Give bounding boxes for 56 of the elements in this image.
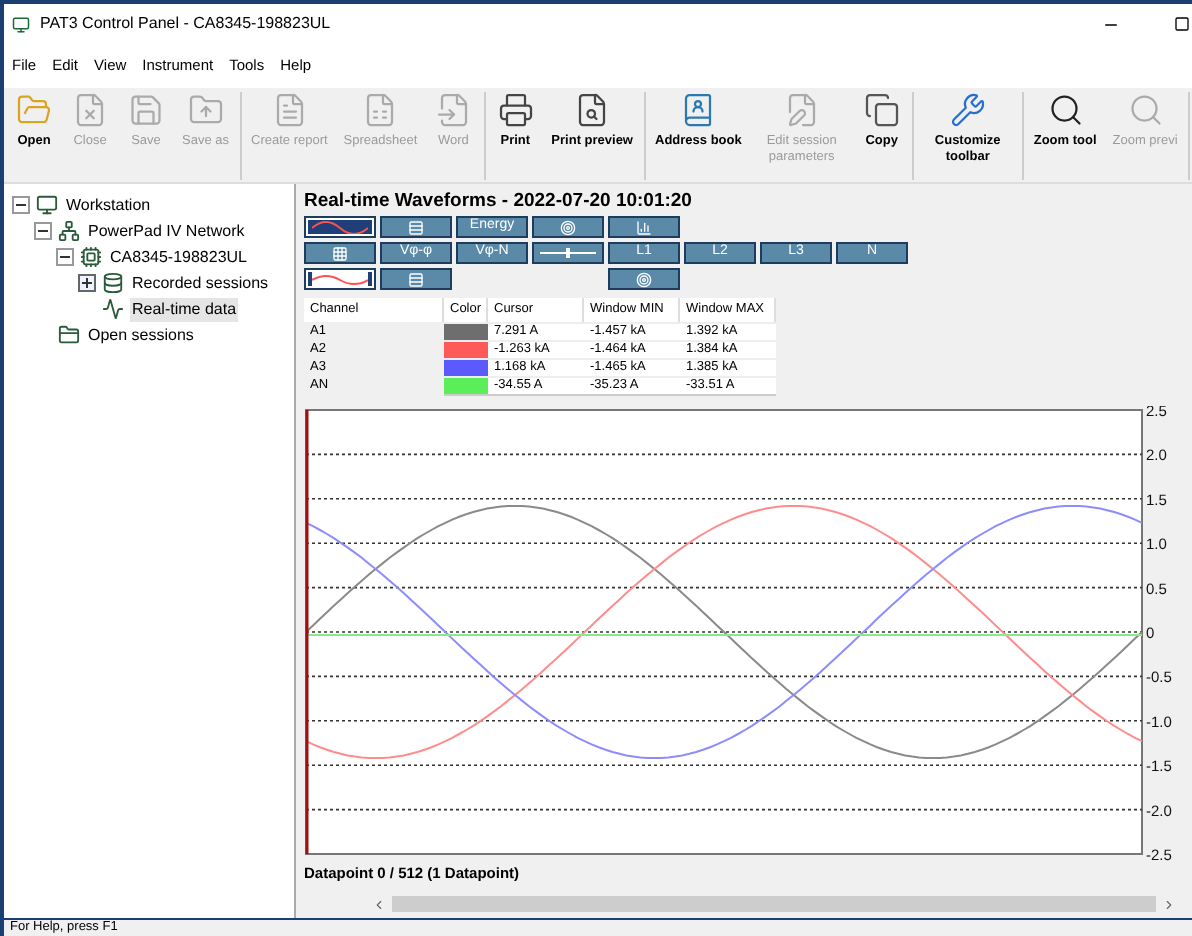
panel-title: Real-time Waveforms - 2022-07-20 10:01:20 xyxy=(304,188,694,214)
tree-item[interactable]: Recorded sessions xyxy=(130,271,271,295)
view-button[interactable] xyxy=(304,268,376,290)
view-button[interactable] xyxy=(532,216,604,238)
view-button[interactable] xyxy=(532,242,604,264)
address-book-icon xyxy=(680,92,717,128)
app-icon xyxy=(12,15,30,33)
scroll-left-icon[interactable] xyxy=(372,897,386,911)
printer-icon xyxy=(497,92,534,128)
document-pen-icon xyxy=(783,92,820,128)
tree-item[interactable]: CA8345-198823UL xyxy=(108,245,249,269)
folder-upload-icon xyxy=(187,92,224,128)
tree-item[interactable]: PowerPad IV Network xyxy=(86,219,247,243)
table-icon xyxy=(408,219,424,235)
collapse-icon[interactable] xyxy=(12,196,30,214)
folder-icon xyxy=(16,92,52,128)
cursor-line[interactable] xyxy=(305,410,309,854)
maximize-icon[interactable] xyxy=(1174,16,1190,32)
bar-chart-icon xyxy=(636,219,652,235)
tree-node-icon xyxy=(102,298,124,320)
tree-item[interactable]: Open sessions xyxy=(86,323,196,347)
view-button[interactable] xyxy=(608,216,680,238)
target-icon xyxy=(636,271,652,287)
window-title: PAT3 Control Panel - CA8345-198823UL xyxy=(40,12,333,36)
view-button[interactable] xyxy=(380,268,452,290)
document-icon xyxy=(271,92,308,128)
wrench-icon xyxy=(949,92,986,128)
view-button[interactable] xyxy=(380,216,452,238)
table-icon xyxy=(408,271,424,287)
tree-item[interactable]: Workstation xyxy=(64,193,153,217)
phasor-icon xyxy=(560,219,576,235)
view-button[interactable] xyxy=(304,242,376,264)
slider-icon xyxy=(540,248,596,258)
document-arrow-icon xyxy=(435,92,472,128)
expand-icon[interactable] xyxy=(78,274,96,292)
scroll-right-icon[interactable] xyxy=(1162,897,1176,911)
collapse-icon[interactable] xyxy=(56,248,74,266)
view-button[interactable] xyxy=(304,216,376,238)
tree-node-icon xyxy=(58,324,80,346)
tree-node-icon xyxy=(102,272,124,294)
magnifier-icon xyxy=(1047,92,1084,128)
wave-icon xyxy=(312,272,368,286)
tree-item[interactable]: Real-time data xyxy=(130,297,239,321)
scrollbar[interactable] xyxy=(392,896,1156,912)
copy-icon xyxy=(863,92,900,128)
magnifier-icon xyxy=(1127,92,1164,128)
document-search-icon xyxy=(574,92,611,128)
tree-node-icon xyxy=(36,194,58,216)
tree-node-icon xyxy=(58,220,80,242)
document-icon xyxy=(72,92,108,128)
collapse-icon[interactable] xyxy=(34,222,52,240)
view-button[interactable] xyxy=(608,268,680,290)
meters-icon xyxy=(332,245,348,261)
spreadsheet-icon xyxy=(362,92,399,128)
wave-icon xyxy=(312,220,368,234)
tree-node-icon xyxy=(80,246,102,268)
